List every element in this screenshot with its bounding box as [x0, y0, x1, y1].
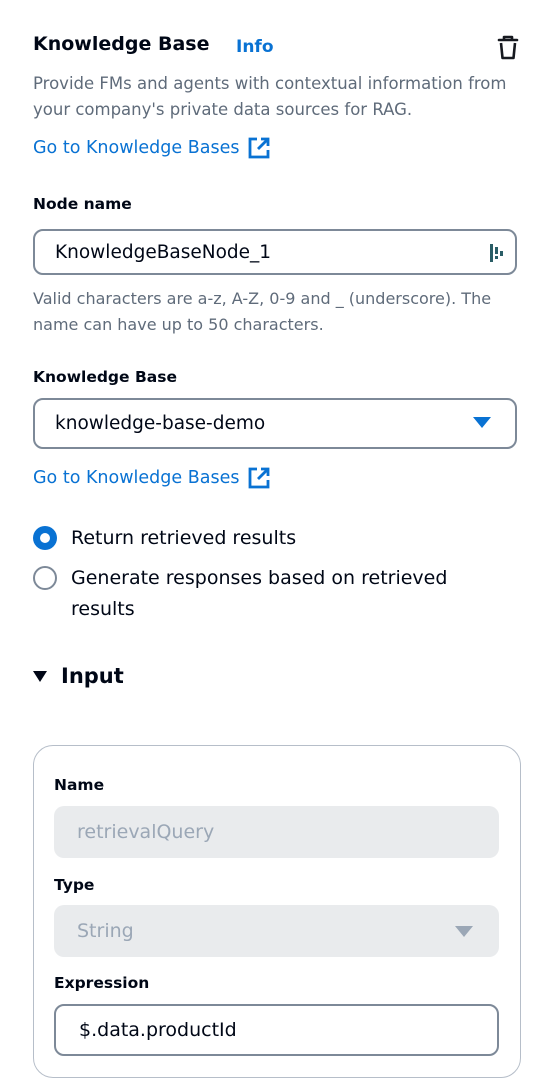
input-type-label: Type [54, 876, 95, 894]
input-expression-label: Expression [54, 974, 150, 992]
radio-generate-responses[interactable]: Generate responses based on retrieved re… [33, 563, 493, 625]
node-name-input[interactable]: KnowledgeBaseNode_1 [33, 229, 517, 275]
input-name-value: retrievalQuery [77, 821, 215, 843]
caret-down-icon [33, 670, 47, 682]
radio-unchecked-icon [33, 566, 57, 590]
node-name-hint: Valid characters are a-z, A-Z, 0-9 and _… [33, 289, 492, 334]
panel-description: Provide FMs and agents with contextual i… [33, 74, 507, 119]
input-type-select: String [54, 905, 499, 957]
external-link-icon [249, 467, 270, 489]
input-expression-value: $.data.productId [79, 1019, 237, 1041]
input-name-field: retrievalQuery [54, 806, 499, 858]
panel-title: Knowledge Base [33, 33, 210, 55]
knowledge-base-selected: knowledge-base-demo [55, 413, 266, 434]
password-manager-icon [490, 244, 503, 262]
go-to-knowledge-bases-label-2: Go to Knowledge Bases [33, 468, 240, 488]
input-type-value: String [77, 920, 134, 942]
knowledge-base-label: Knowledge Base [33, 368, 177, 386]
go-to-knowledge-bases-link-2[interactable]: Go to Knowledge Bases [33, 466, 271, 490]
info-link[interactable]: Info [236, 37, 274, 57]
go-to-knowledge-bases-link[interactable]: Go to Knowledge Bases [33, 136, 271, 160]
radio-checked-icon [33, 526, 57, 550]
radio-label: Generate responses based on retrieved re… [71, 567, 448, 620]
trash-icon [497, 35, 519, 60]
radio-label: Return retrieved results [71, 527, 297, 549]
input-section-toggle[interactable]: Input [33, 664, 124, 688]
input-name-label: Name [54, 776, 105, 794]
node-name-value: KnowledgeBaseNode_1 [55, 241, 272, 263]
caret-down-icon [455, 926, 473, 937]
knowledge-base-select[interactable]: knowledge-base-demo [33, 398, 517, 449]
input-section-title: Input [61, 664, 124, 688]
go-to-knowledge-bases-label: Go to Knowledge Bases [33, 138, 240, 158]
node-name-label: Node name [33, 195, 132, 213]
input-expression-field[interactable]: $.data.productId [54, 1004, 499, 1056]
radio-return-retrieved-results[interactable]: Return retrieved results [33, 523, 296, 554]
external-link-icon [249, 137, 270, 159]
caret-down-icon [473, 417, 491, 428]
delete-node-button[interactable] [497, 35, 519, 61]
